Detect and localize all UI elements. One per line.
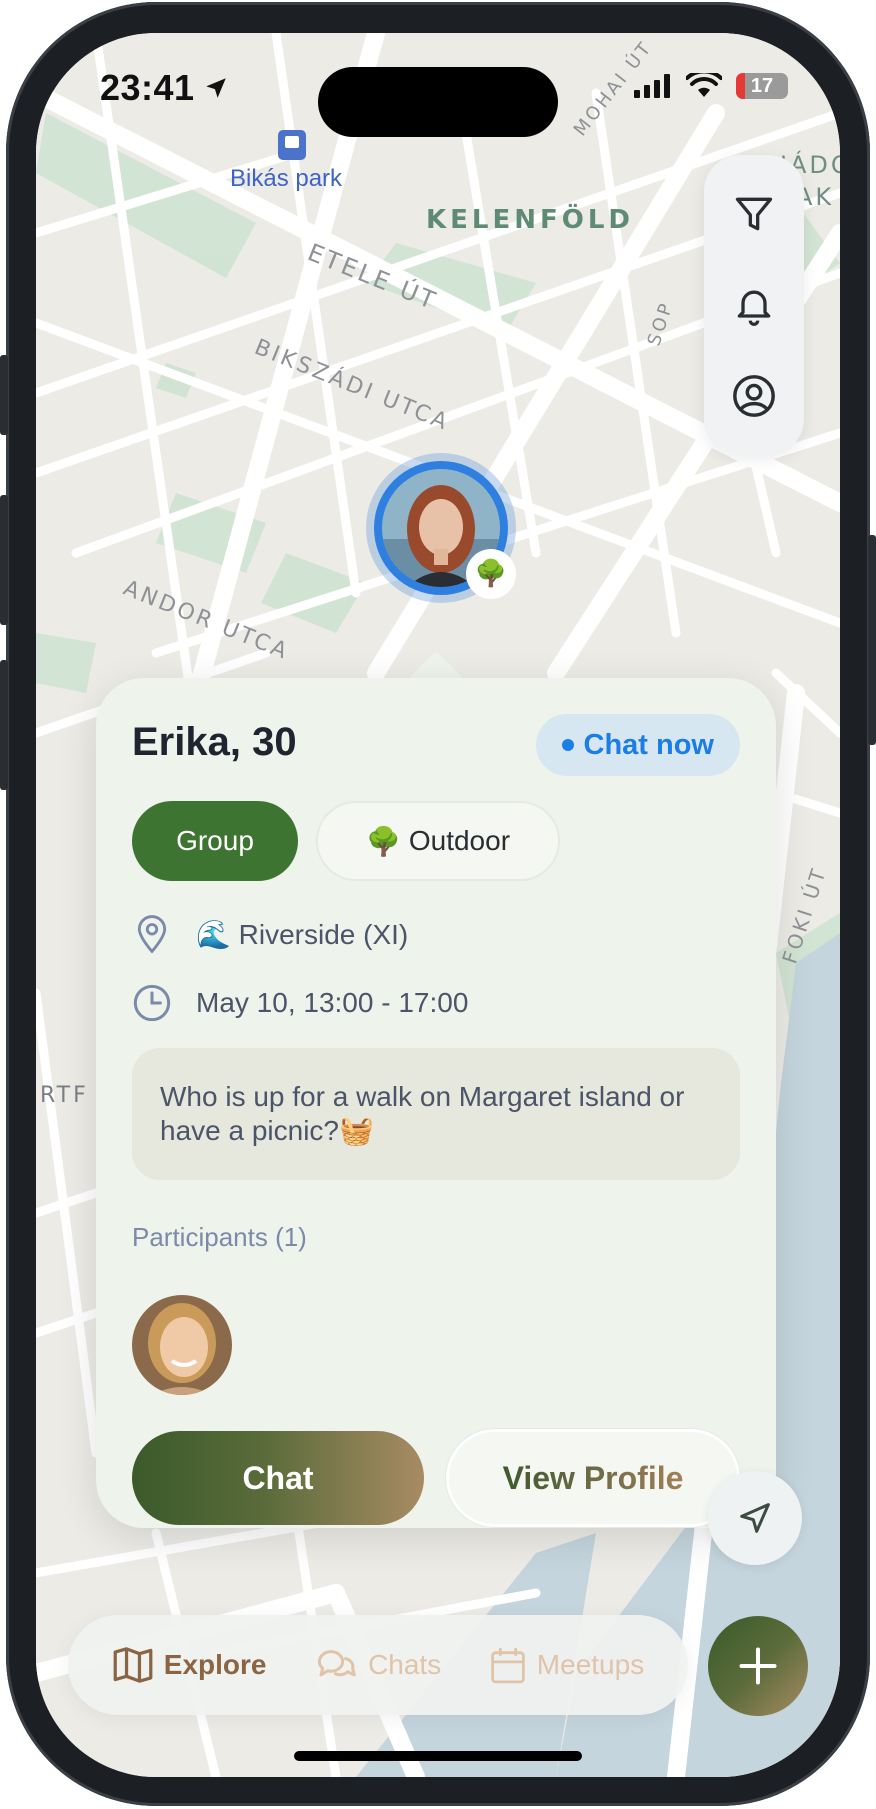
user-map-marker[interactable]: 🌳 xyxy=(366,453,516,603)
battery-icon: 17 xyxy=(736,73,788,99)
battery-level: 17 xyxy=(750,74,774,97)
locate-me-button[interactable] xyxy=(708,1471,802,1565)
tag-outdoor[interactable]: 🌳 Outdoor xyxy=(316,801,560,881)
bell-icon xyxy=(737,290,771,326)
chat-bubbles-icon xyxy=(317,1650,356,1677)
map-controls-panel xyxy=(704,155,804,455)
meetup-description: Who is up for a walk on Margaret island … xyxy=(132,1048,740,1180)
phone-volume-down xyxy=(0,660,8,790)
profile-button[interactable] xyxy=(724,366,784,426)
screen: Bikás park KELENFÖLD ETELE ÚT BIKSZÁDI U… xyxy=(36,33,840,1777)
tab-chats[interactable]: Chats xyxy=(314,1645,441,1685)
create-meetup-button[interactable] xyxy=(708,1616,808,1716)
bottom-tab-bar: Explore Chats Meetups xyxy=(68,1615,688,1715)
clock-icon xyxy=(132,983,172,1023)
filter-button[interactable] xyxy=(724,184,784,244)
status-time-text: 23:41 xyxy=(100,67,195,108)
calendar-icon xyxy=(491,1648,525,1684)
phone-action-button xyxy=(0,355,8,435)
phone-power-button xyxy=(868,535,876,745)
location-row: 🌊 Riverside (XI) xyxy=(132,914,408,954)
tab-meetups[interactable]: Meetups xyxy=(489,1645,644,1685)
location-text: 🌊 Riverside (XI) xyxy=(196,918,409,950)
online-dot xyxy=(561,739,574,751)
phone-volume-up xyxy=(0,495,8,625)
tags-row: Group 🌳 Outdoor xyxy=(132,801,560,881)
tab-chats-label: Chats xyxy=(368,1649,442,1680)
view-profile-label: View Profile xyxy=(502,1459,684,1496)
tree-icon: 🌳 xyxy=(365,825,401,857)
time-row: May 10, 13:00 - 17:00 xyxy=(132,983,468,1023)
chat-now-badge[interactable]: Chat now xyxy=(535,714,740,776)
time-text: May 10, 13:00 - 17:00 xyxy=(196,987,469,1018)
filter-icon xyxy=(735,198,773,231)
tag-group-label: Group xyxy=(176,825,254,856)
dynamic-island xyxy=(318,67,558,137)
map-district-label: KELENFÖLD xyxy=(426,205,635,235)
navigation-arrow-icon xyxy=(740,1503,770,1533)
participant-avatar[interactable] xyxy=(132,1295,232,1395)
marker-category-badge: 🌳 xyxy=(466,549,516,599)
battery-fill xyxy=(736,73,745,99)
tag-outdoor-label: Outdoor xyxy=(408,825,511,856)
status-icons: 17 xyxy=(634,73,788,99)
user-name-age: Erika, 30 xyxy=(132,720,297,764)
tag-group[interactable]: Group xyxy=(132,801,298,881)
participants-title: Participants (1) xyxy=(132,1222,307,1252)
tab-explore-label: Explore xyxy=(163,1649,267,1680)
location-arrow-icon xyxy=(205,78,226,98)
map-poi-label: Bikás park xyxy=(230,165,343,192)
notifications-button[interactable] xyxy=(724,275,784,335)
wifi-icon xyxy=(686,73,722,97)
view-profile-button[interactable]: View Profile xyxy=(446,1429,740,1527)
chat-now-label: Chat now xyxy=(583,728,715,761)
tab-meetups-label: Meetups xyxy=(536,1649,645,1680)
map-street-label: RTF xyxy=(40,1083,89,1108)
map-icon xyxy=(113,1647,153,1683)
status-time: 23:41 xyxy=(100,67,229,109)
cellular-signal-icon xyxy=(634,74,670,98)
location-pin-icon xyxy=(132,914,172,954)
plus-icon xyxy=(739,1647,777,1685)
profile-icon xyxy=(733,374,775,417)
tab-explore[interactable]: Explore xyxy=(112,1645,267,1685)
chat-button[interactable]: Chat xyxy=(132,1431,424,1525)
chat-button-label: Chat xyxy=(242,1459,314,1496)
meetup-card: Erika, 30 Chat now Group 🌳 Outdoor 🌊 Riv… xyxy=(96,678,776,1528)
home-indicator[interactable] xyxy=(294,1751,582,1761)
